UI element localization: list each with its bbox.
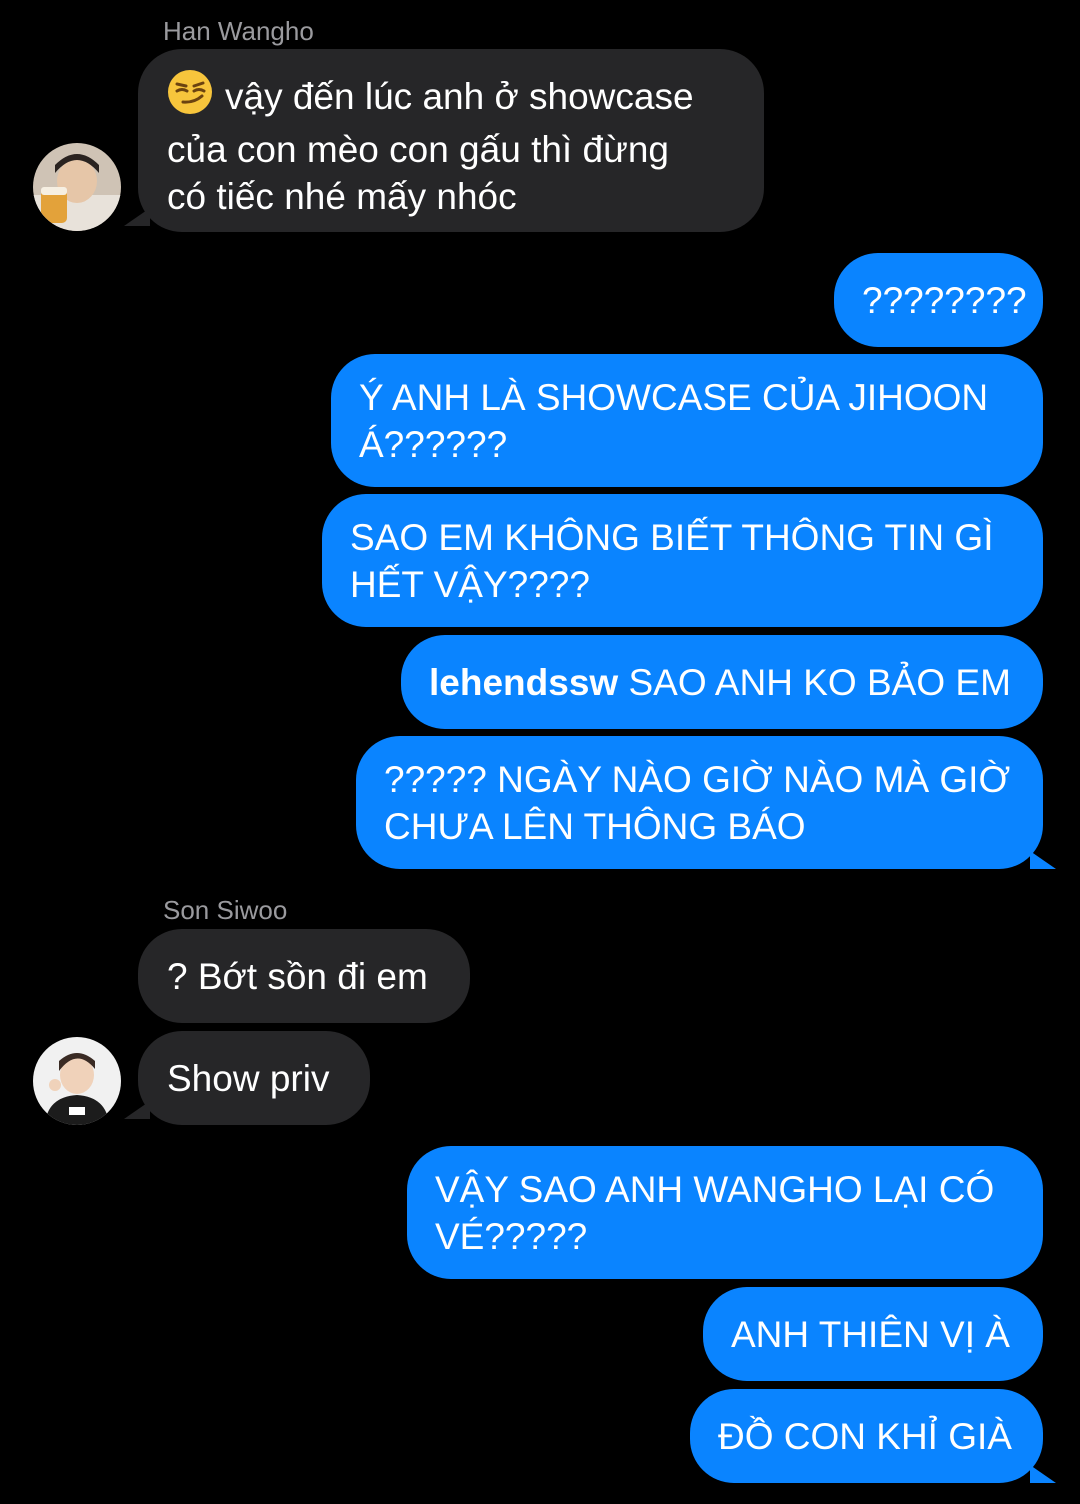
message-bubble-outgoing[interactable]: lehendssw SAO ANH KO BẢO EM [401,635,1043,729]
message-line: ? Bớt sồn đi em [167,956,428,997]
bubble-tail [1030,1465,1056,1483]
sender-name-son-siwoo: Son Siwoo [163,895,288,925]
message-line: Ý ANH LÀ SHOWCASE CỦA JIHOON [359,377,989,418]
message-line: ANH THIÊN VỊ À [731,1314,1010,1355]
message-bubble-outgoing[interactable]: ĐỒ CON KHỈ GIÀ [690,1389,1043,1483]
mention-tag[interactable]: lehendssw [429,662,618,703]
message-bubble-outgoing[interactable]: VẬY SAO ANH WANGHO LẠI CÓ VÉ????? [407,1146,1043,1279]
message-bubble-incoming[interactable]: Show priv [138,1031,370,1125]
message-bubble-outgoing[interactable]: Ý ANH LÀ SHOWCASE CỦA JIHOON Á?????? [331,354,1043,487]
message-bubble-incoming[interactable]: ? Bớt sồn đi em [138,929,470,1023]
message-line: lehendssw SAO ANH KO BẢO EM [429,662,1011,703]
message-line: vậy đến lúc anh ở showcase [167,69,735,126]
bubble-tail [1030,851,1056,869]
avatar-han-wangho[interactable] [33,143,121,231]
message-line: của con mèo con gấu thì đừng [167,129,669,170]
message-bubble-incoming[interactable]: vậy đến lúc anh ở showcase của con mèo c… [138,49,764,232]
message-line: VẬY SAO ANH WANGHO LẠI CÓ [435,1169,995,1210]
message-line: Show priv [167,1058,330,1099]
message-line: Á?????? [359,424,508,465]
sender-name-han-wangho: Han Wangho [163,16,314,46]
message-line: ĐỒ CON KHỈ GIÀ [718,1416,1012,1457]
bubble-tail [124,1101,150,1119]
message-bubble-outgoing[interactable]: ANH THIÊN VỊ À [703,1287,1043,1381]
message-bubble-outgoing[interactable]: ???????? [834,253,1043,347]
bubble-tail [124,208,150,226]
message-line: ???????? [862,280,1027,321]
smirking-face-icon [167,69,213,126]
avatar-son-siwoo[interactable] [33,1037,121,1125]
message-bubble-outgoing[interactable]: ????? NGÀY NÀO GIỜ NÀO MÀ GIỜ CHƯA LÊN T… [356,736,1043,869]
message-line: HẾT VẬY???? [350,564,590,605]
message-line: VÉ????? [435,1216,588,1257]
message-bubble-outgoing[interactable]: SAO EM KHÔNG BIẾT THÔNG TIN GÌ HẾT VẬY??… [322,494,1043,627]
message-line: CHƯA LÊN THÔNG BÁO [384,806,806,847]
message-line: SAO EM KHÔNG BIẾT THÔNG TIN GÌ [350,517,994,558]
message-line: có tiếc nhé mấy nhóc [167,176,517,217]
message-line: ????? NGÀY NÀO GIỜ NÀO MÀ GIỜ [384,759,1011,800]
